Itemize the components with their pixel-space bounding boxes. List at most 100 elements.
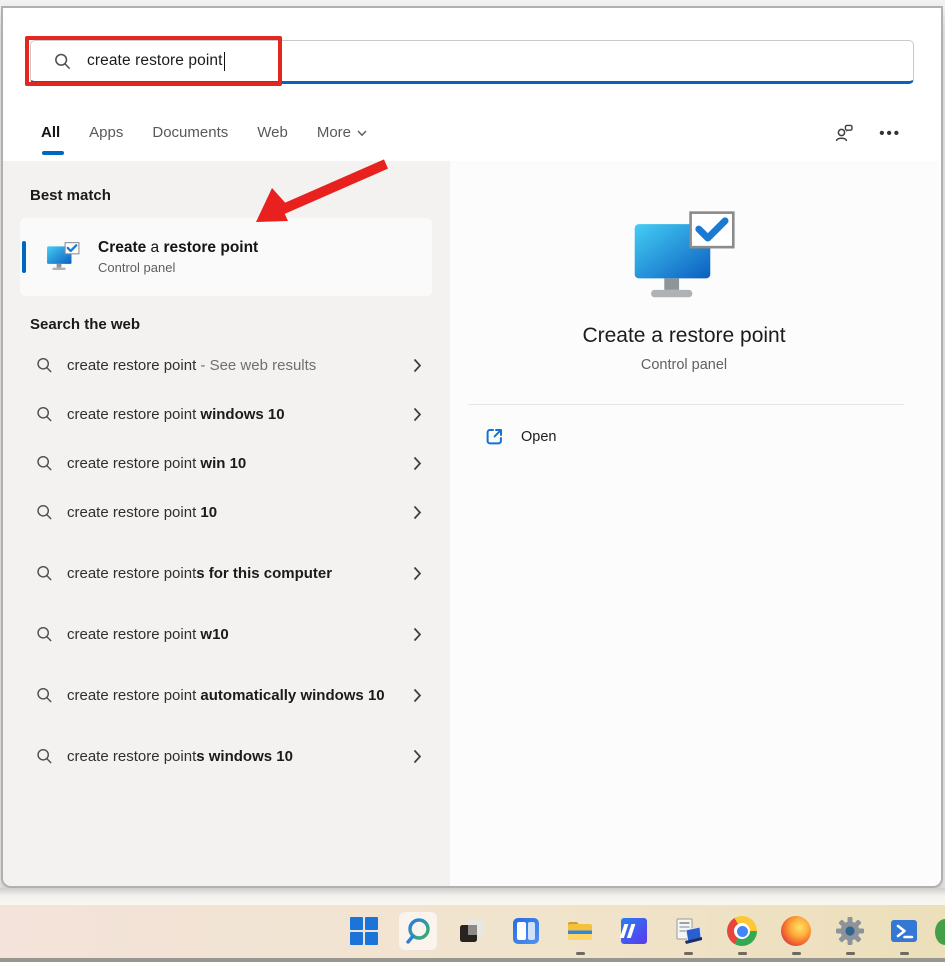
tab-more-label: More xyxy=(316,123,352,141)
search-icon xyxy=(37,565,52,581)
tab-web[interactable]: Web xyxy=(257,124,288,143)
chevron-right-icon[interactable] xyxy=(413,749,422,764)
suggestion-text: create restore point automatically windo… xyxy=(67,686,385,704)
windows-search-screen: create restore point All Apps Documents … xyxy=(0,0,945,962)
more-options-icon[interactable]: ••• xyxy=(879,125,901,142)
account-feedback-icon[interactable] xyxy=(833,122,855,144)
chevron-right-icon[interactable] xyxy=(413,688,422,703)
screen-bottom-edge xyxy=(0,958,945,962)
search-the-web-header: Search the web xyxy=(30,316,141,333)
powershell-button[interactable] xyxy=(884,911,924,951)
windows-start-icon xyxy=(350,917,378,945)
widgets-icon xyxy=(513,918,539,944)
search-icon xyxy=(37,406,52,422)
suggestion-text: create restore points windows 10 xyxy=(67,747,293,765)
best-match-header: Best match xyxy=(30,187,111,204)
firefox-icon xyxy=(781,916,811,946)
search-icon xyxy=(55,53,70,69)
search-filter-tabs: All Apps Documents Web More ••• xyxy=(3,111,941,155)
selection-accent-bar xyxy=(22,241,26,273)
settings-gear-icon xyxy=(836,917,864,945)
media-app-icon xyxy=(619,918,647,944)
results-list-panel: Best match Create a restore point Contro… xyxy=(3,161,450,886)
open-label: Open xyxy=(521,428,557,445)
best-match-title: Create a restore point xyxy=(98,239,259,256)
open-external-icon xyxy=(486,429,502,445)
restore-point-monitor-icon xyxy=(47,242,80,271)
search-input[interactable]: create restore point xyxy=(30,40,914,84)
chevron-right-icon[interactable] xyxy=(413,566,422,581)
web-suggestion[interactable]: create restore point w10 xyxy=(3,610,450,659)
search-icon xyxy=(37,357,52,373)
suggestion-text: create restore point windows 10 xyxy=(67,405,285,423)
tab-apps[interactable]: Apps xyxy=(89,124,123,143)
search-icon xyxy=(406,918,430,944)
partial-app-icon xyxy=(935,919,945,945)
tab-documents[interactable]: Documents xyxy=(152,124,228,143)
running-indicator xyxy=(846,952,855,955)
preview-content: Create a restore point Control panel Ope… xyxy=(458,161,910,447)
task-view-button[interactable] xyxy=(452,911,492,951)
suggestion-text: create restore point w10 xyxy=(67,625,229,643)
search-icon xyxy=(37,626,52,642)
header-actions: ••• xyxy=(833,122,941,144)
text-caret xyxy=(223,51,226,71)
search-icon xyxy=(37,687,52,703)
system-properties-button[interactable] xyxy=(668,911,708,951)
open-action[interactable]: Open xyxy=(458,426,910,447)
web-suggestion[interactable]: create restore points for this computer xyxy=(3,537,450,610)
restore-point-monitor-icon-large xyxy=(634,211,735,298)
chevron-right-icon[interactable] xyxy=(413,407,422,422)
chevron-right-icon[interactable] xyxy=(413,358,422,373)
search-icon xyxy=(37,748,52,764)
tab-more[interactable]: More xyxy=(317,124,367,143)
web-suggestion[interactable]: create restore point - See web results xyxy=(3,341,450,390)
running-indicator xyxy=(576,952,585,955)
best-match-result[interactable]: Create a restore point Control panel xyxy=(20,218,432,296)
web-suggestion[interactable]: create restore point automatically windo… xyxy=(3,659,450,732)
result-preview-panel: Create a restore point Control panel Ope… xyxy=(450,161,941,886)
tab-all[interactable]: All xyxy=(41,124,65,155)
best-match-subtitle: Control panel xyxy=(98,260,176,275)
task-view-icon xyxy=(460,919,484,942)
search-flyout-window: create restore point All Apps Documents … xyxy=(1,6,943,888)
suggestion-text: create restore point 10 xyxy=(67,503,218,521)
preview-subtitle: Control panel xyxy=(640,357,728,373)
chrome-icon xyxy=(727,916,757,946)
search-results-body: Best match Create a restore point Contro… xyxy=(3,161,941,886)
file-explorer-button[interactable] xyxy=(560,911,600,951)
suggestion-text: create restore point - See web results xyxy=(67,356,317,374)
running-indicator xyxy=(684,952,693,955)
running-indicator xyxy=(792,952,801,955)
start-button[interactable] xyxy=(344,911,384,951)
taskbar-icons xyxy=(344,911,924,951)
web-suggestion[interactable]: create restore points windows 10 xyxy=(3,732,450,781)
chevron-right-icon[interactable] xyxy=(413,505,422,520)
taskbar-search-button[interactable] xyxy=(398,911,438,951)
powershell-icon xyxy=(891,920,917,942)
search-query-text: create restore point xyxy=(87,52,223,69)
chrome-button[interactable] xyxy=(722,911,762,951)
suggestion-text: create restore point win 10 xyxy=(67,454,247,472)
chevron-down-icon xyxy=(357,130,367,136)
desktop-area xyxy=(0,888,945,905)
search-icon xyxy=(37,455,52,471)
search-icon xyxy=(37,504,52,520)
firefox-button[interactable] xyxy=(776,911,816,951)
suggestion-text: create restore points for this computer xyxy=(67,564,333,582)
web-suggestion[interactable]: create restore point win 10 xyxy=(3,439,450,488)
web-suggestion[interactable]: create restore point 10 xyxy=(3,488,450,537)
file-explorer-icon xyxy=(568,922,592,940)
taskbar xyxy=(0,905,945,958)
system-properties-icon xyxy=(676,918,702,944)
best-match-texts: Create a restore point Control panel xyxy=(98,239,258,275)
widgets-button[interactable] xyxy=(506,911,546,951)
web-suggestions-list: create restore point - See web results c… xyxy=(3,341,450,781)
web-suggestion[interactable]: create restore point windows 10 xyxy=(3,390,450,439)
chevron-right-icon[interactable] xyxy=(413,627,422,642)
chevron-right-icon[interactable] xyxy=(413,456,422,471)
preview-title: Create a restore point xyxy=(582,324,786,347)
settings-button[interactable] xyxy=(830,911,870,951)
divider xyxy=(468,404,904,405)
media-app-button[interactable] xyxy=(614,911,654,951)
